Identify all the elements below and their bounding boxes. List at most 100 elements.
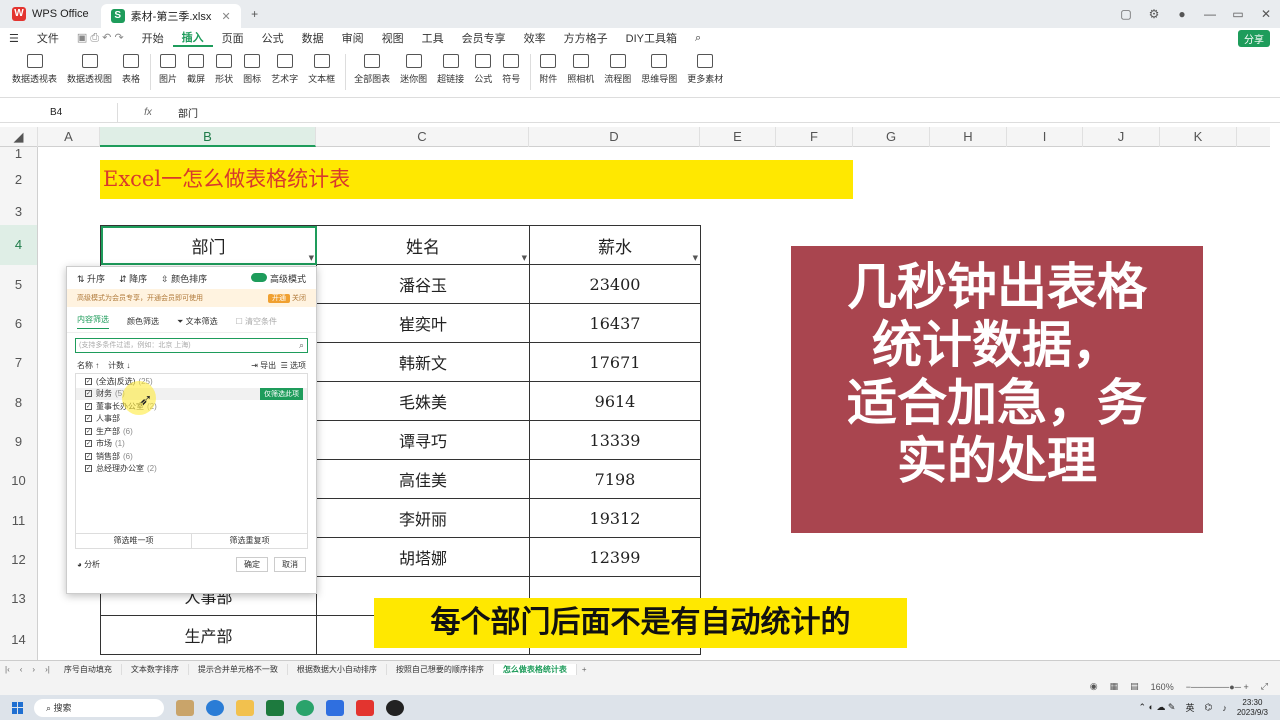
shape-button[interactable]: 形状: [215, 48, 233, 85]
header-cell-salary[interactable]: 薪水 ▼: [529, 225, 701, 265]
filter-item-select-all[interactable]: ✓ (全选|反选) (25): [76, 375, 307, 388]
column-header-b[interactable]: B: [100, 127, 316, 147]
cancel-button[interactable]: 取消: [274, 556, 306, 572]
menu-view[interactable]: 视图: [373, 30, 413, 46]
column-header-c[interactable]: C: [316, 127, 529, 147]
row-header-4[interactable]: 4: [0, 225, 38, 265]
row-header-1[interactable]: 1: [0, 147, 38, 160]
screenshot-button[interactable]: 截屏: [187, 48, 205, 85]
sheet-tab[interactable]: 序号自动填充: [55, 664, 122, 675]
filter-item-production[interactable]: ✓ 生产部 (6): [76, 425, 307, 438]
menu-page[interactable]: 页面: [213, 30, 253, 46]
color-sort-button[interactable]: ⇳ 颜色排序: [161, 272, 207, 285]
name-cell[interactable]: 毛姝美: [316, 381, 530, 421]
checkbox-icon[interactable]: ✓: [85, 377, 92, 385]
sheet-tab[interactable]: 文本数字排序: [122, 664, 189, 675]
name-cell[interactable]: 韩新文: [316, 342, 530, 382]
all-charts-button[interactable]: 全部图表: [354, 48, 390, 85]
attachment-button[interactable]: 附件: [539, 48, 557, 85]
edge-icon[interactable]: [206, 699, 224, 716]
sheet-tab[interactable]: 提示合并单元格不一致: [189, 664, 288, 675]
salary-cell[interactable]: 12399: [529, 537, 701, 577]
menu-formula[interactable]: 公式: [253, 30, 293, 46]
filter-only-this-button[interactable]: 仅筛选此项: [260, 387, 303, 400]
export-button[interactable]: ⇥ 导出: [251, 361, 276, 370]
clock[interactable]: 23:30 2023/9/3: [1237, 698, 1268, 718]
salary-cell[interactable]: 13339: [529, 420, 701, 460]
hyperlink-button[interactable]: 超链接: [437, 48, 464, 85]
filter-unique-button[interactable]: 筛选唯一项: [76, 534, 192, 548]
row-header-5[interactable]: 5: [0, 265, 38, 304]
quick-access-icons[interactable]: ▣ ⎙ ↶ ↷: [68, 31, 133, 45]
header-cell-department[interactable]: 部门 ▼: [100, 225, 317, 265]
filter-duplicate-button[interactable]: 筛选重复项: [192, 534, 307, 548]
row-header-8[interactable]: 8: [0, 383, 38, 422]
filter-dropdown-icon[interactable]: ▼: [693, 254, 698, 262]
last-sheet-icon[interactable]: ›|: [40, 665, 55, 674]
open-member-button[interactable]: 开通: [268, 294, 291, 303]
tray-icons[interactable]: ⌃ ◐ ☁ ✎: [1138, 702, 1175, 713]
fx-icon[interactable]: fx: [118, 107, 178, 118]
name-cell[interactable]: 崔奕叶: [316, 303, 530, 343]
analysis-button[interactable]: ◕ 分析: [77, 559, 100, 570]
menu-file[interactable]: 文件: [28, 30, 68, 46]
symbol-button[interactable]: 符号: [502, 48, 520, 85]
checkbox-icon[interactable]: ✓: [85, 402, 92, 410]
sheet-tab-active[interactable]: 怎么做表格统计表: [493, 664, 577, 675]
menu-member[interactable]: 会员专享: [453, 30, 515, 46]
menu-insert[interactable]: 插入: [172, 29, 213, 47]
column-header-h[interactable]: H: [930, 127, 1007, 147]
fullscreen-icon[interactable]: ⤢: [1261, 681, 1268, 692]
recorder-icon[interactable]: [386, 699, 404, 716]
maximize-icon[interactable]: ▭: [1224, 7, 1252, 21]
sort-desc-button[interactable]: ⇵ 降序: [119, 272, 147, 285]
camera-button[interactable]: 照相机: [567, 48, 594, 85]
avatar[interactable]: ●: [1168, 7, 1196, 21]
row-header-10[interactable]: 10: [0, 461, 38, 501]
input-method[interactable]: 英: [1185, 701, 1194, 714]
column-header-g[interactable]: G: [853, 127, 930, 147]
filter-item-finance[interactable]: ✓ 财务 (5) 仅筛选此项: [76, 387, 307, 400]
salary-cell[interactable]: 16437: [529, 303, 701, 343]
file-tab[interactable]: S 素材-第三季.xlsx ✕: [100, 4, 241, 28]
tab-color-filter[interactable]: 颜色筛选: [127, 316, 159, 327]
filter-dropdown-icon[interactable]: ▼: [309, 254, 314, 262]
tab-content-filter[interactable]: 内容筛选: [77, 314, 109, 329]
sparkline-button[interactable]: 迷你图: [400, 48, 427, 85]
menu-diy[interactable]: DIY工具箱: [617, 30, 686, 46]
column-header-j[interactable]: J: [1083, 127, 1160, 147]
menu-fangfang[interactable]: 方方格子: [555, 30, 617, 46]
dept-cell[interactable]: 生产部: [100, 615, 317, 655]
settings-icon[interactable]: ⚙: [1140, 7, 1168, 21]
name-cell[interactable]: 胡塔娜: [316, 537, 530, 577]
icon-button[interactable]: 图标: [243, 48, 261, 85]
wps-home-tab[interactable]: W WPS Office: [0, 0, 101, 28]
filter-item-gm-office[interactable]: ✓ 总经理办公室 (2): [76, 463, 307, 476]
clear-conditions-button[interactable]: ☐ 清空条件: [236, 316, 277, 327]
formula-button[interactable]: 公式: [474, 48, 492, 85]
filter-item-chairman-office[interactable]: ✓董事长办公室(2): [76, 400, 307, 413]
formula-input[interactable]: 部门: [178, 105, 198, 120]
name-cell[interactable]: 高佳美: [316, 459, 530, 499]
checkbox-icon[interactable]: ✓: [85, 452, 92, 460]
filter-item-hr[interactable]: ✓ 人事部: [76, 413, 307, 426]
salary-cell[interactable]: 7198: [529, 459, 701, 499]
text-filter-button[interactable]: ⏷ 文本筛选: [177, 316, 218, 327]
close-notice-button[interactable]: 关闭: [292, 295, 306, 302]
checkbox-icon[interactable]: ✓: [85, 465, 92, 473]
windows-start-icon[interactable]: [12, 701, 24, 714]
name-cell[interactable]: 潘谷玉: [316, 264, 530, 304]
close-window-icon[interactable]: ✕: [1252, 7, 1280, 21]
menu-icon[interactable]: ☰: [0, 32, 28, 45]
add-sheet-button[interactable]: +: [577, 665, 592, 674]
page-view-icon[interactable]: ▤: [1130, 681, 1139, 692]
volume-icon[interactable]: ♪: [1222, 703, 1227, 713]
sheet-tab[interactable]: 根据数据大小自动排序: [288, 664, 387, 675]
picture-button[interactable]: 图片: [159, 48, 177, 85]
next-sheet-icon[interactable]: ›: [27, 665, 40, 674]
file-explorer-icon[interactable]: [236, 699, 254, 716]
salary-cell[interactable]: 19312: [529, 498, 701, 538]
checkbox-icon[interactable]: ✓: [85, 415, 92, 423]
column-header-k[interactable]: K: [1160, 127, 1237, 147]
search-icon[interactable]: ⌕: [686, 32, 710, 45]
